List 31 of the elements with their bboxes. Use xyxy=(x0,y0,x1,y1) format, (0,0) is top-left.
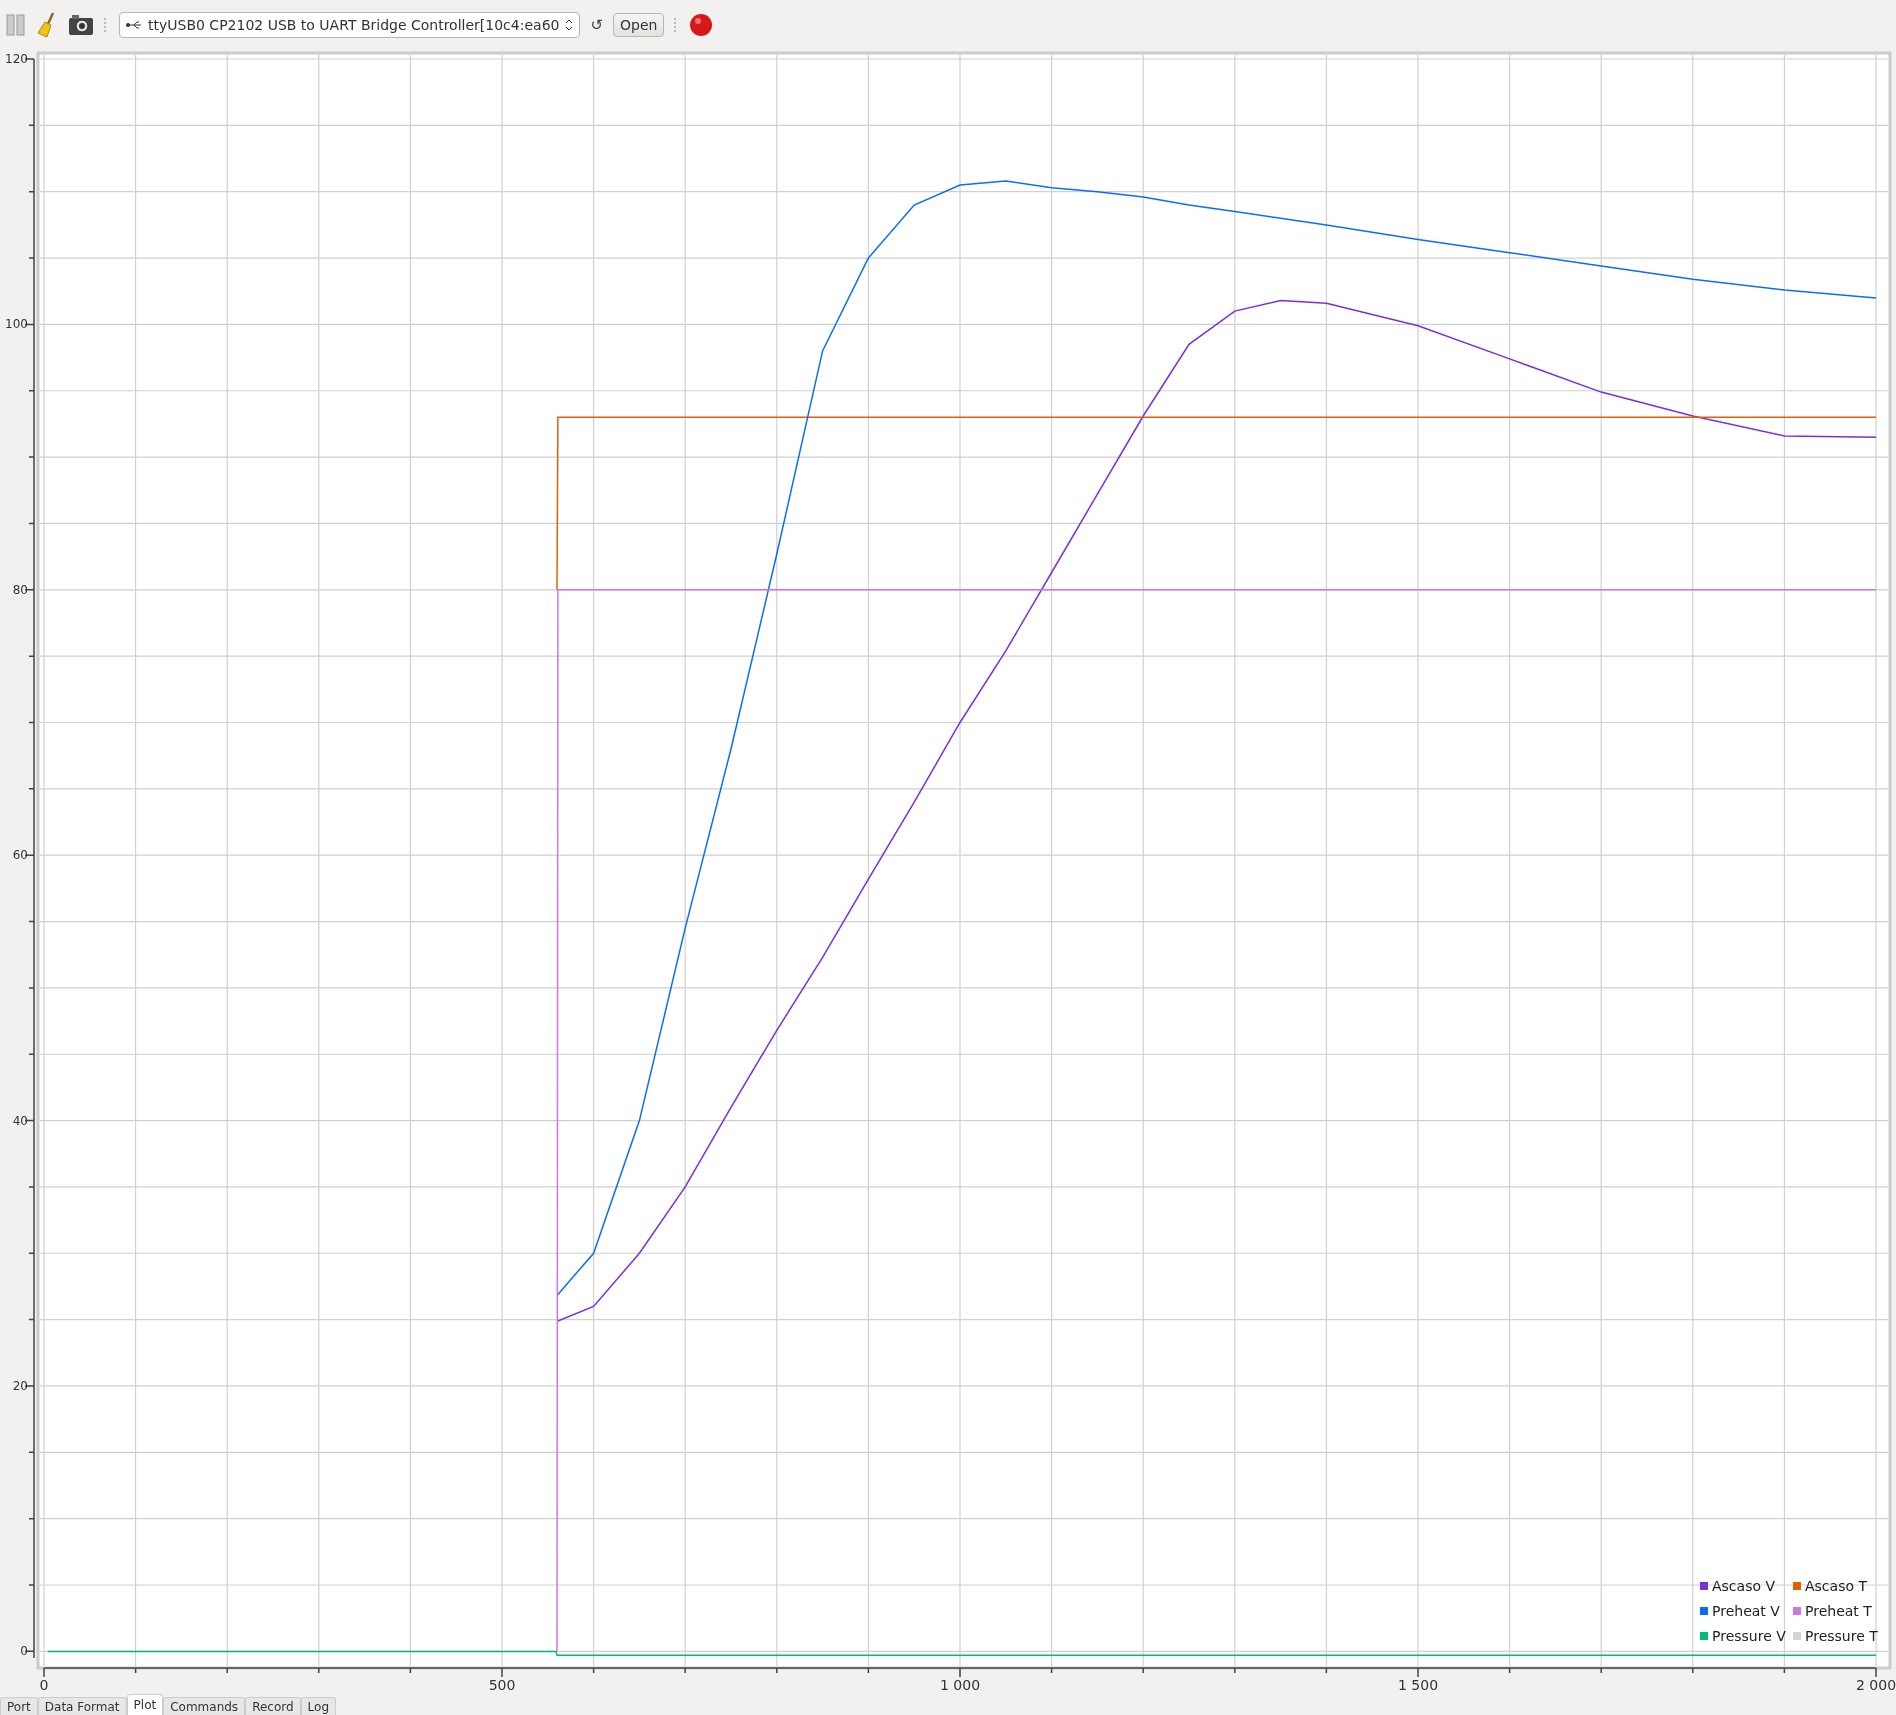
open-button[interactable]: Open xyxy=(613,13,665,37)
legend-label: Preheat V xyxy=(1712,1603,1780,1619)
tab[interactable]: Plot xyxy=(126,1694,164,1715)
x-tick-label: 1 500 xyxy=(1397,1677,1439,1692)
tab[interactable]: Data Format xyxy=(37,1697,127,1715)
y-tick-label: 0 xyxy=(20,1644,28,1659)
y-tick-label: 60 xyxy=(12,848,28,863)
port-select[interactable]: ttyUSB0 CP2102 USB to UART Bridge Controller[10c4:ea60 xyxy=(119,12,581,38)
tab[interactable]: Port xyxy=(0,1697,38,1715)
y-tick-label: 80 xyxy=(12,582,28,597)
x-tick-label: 500 xyxy=(488,1677,516,1692)
camera-icon[interactable] xyxy=(68,14,94,36)
y-tick-label: 20 xyxy=(12,1378,28,1393)
y-tick-label: 40 xyxy=(12,1113,28,1128)
tab[interactable]: Log xyxy=(300,1697,337,1715)
refresh-button[interactable]: ↺ xyxy=(590,13,604,37)
legend-label: Preheat T xyxy=(1805,1603,1872,1619)
record-icon[interactable] xyxy=(689,13,714,37)
legend-label: Pressure T xyxy=(1805,1628,1878,1644)
x-tick-label: 1 000 xyxy=(939,1677,981,1692)
legend-label: Ascaso T xyxy=(1805,1578,1867,1594)
y-tick-label: 100 xyxy=(5,317,28,332)
legend-label: Ascaso V xyxy=(1712,1578,1776,1594)
legend-label: Pressure V xyxy=(1712,1628,1786,1644)
x-tick-label: 0 xyxy=(39,1677,49,1692)
usb-icon xyxy=(126,21,142,29)
tab[interactable]: Record xyxy=(245,1697,301,1715)
spinner-arrows-icon xyxy=(565,18,574,32)
y-tick-label: 120 xyxy=(5,52,28,66)
tab[interactable]: Commands xyxy=(163,1697,246,1715)
x-tick-label: 2 000 xyxy=(1855,1677,1896,1692)
